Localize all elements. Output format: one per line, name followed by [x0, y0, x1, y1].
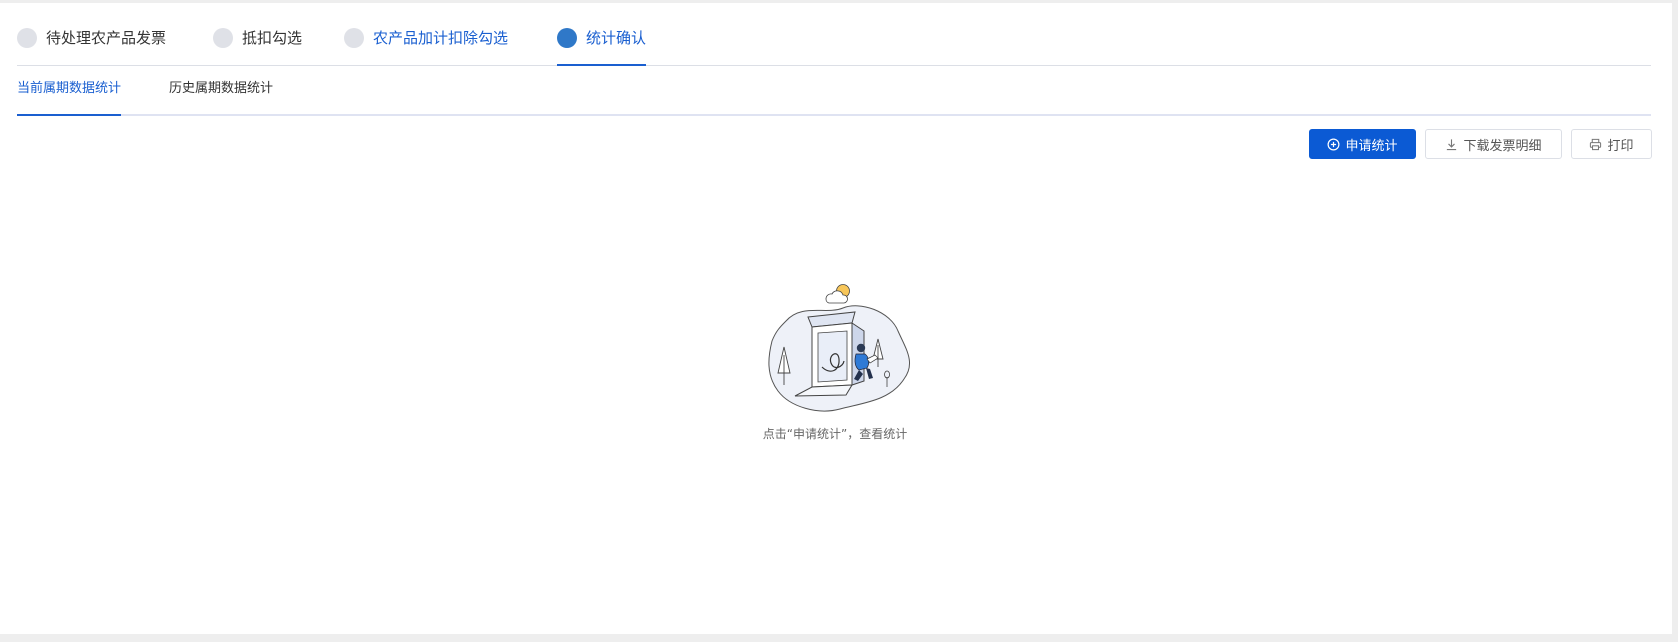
step-indicator	[17, 28, 37, 48]
empty-state-message: 点击“申请统计”，查看统计	[762, 427, 908, 441]
empty-state: 点击“申请统计”，查看统计	[740, 275, 930, 441]
step-label: 农产品加计扣除勾选	[373, 29, 509, 47]
step-indicator	[213, 28, 233, 48]
step-indicator	[344, 28, 364, 48]
period-tabs: 当前属期数据统计 历史属期数据统计	[17, 66, 1651, 116]
printer-icon	[1589, 138, 1602, 151]
tab-history-period[interactable]: 历史属期数据统计	[169, 80, 273, 114]
step-tabs: 待处理农产品发票 抵扣勾选 农产品加计扣除勾选 统计确认	[17, 3, 1651, 66]
download-details-label: 下载发票明细	[1463, 138, 1542, 154]
apply-statistics-label: 申请统计	[1345, 138, 1398, 154]
print-button[interactable]: 打印	[1571, 129, 1652, 159]
step-tab-agri-deduction-check[interactable]: 农产品加计扣除勾选	[344, 27, 508, 65]
step-indicator	[557, 28, 577, 48]
step-tab-statistics-confirm[interactable]: 统计确认	[557, 27, 647, 66]
apply-statistics-button[interactable]: 申请统计	[1309, 129, 1416, 159]
step-label: 抵扣勾选	[242, 29, 303, 47]
download-icon	[1445, 138, 1458, 151]
print-label: 打印	[1607, 138, 1634, 154]
tab-current-period[interactable]: 当前属期数据统计	[17, 80, 122, 116]
step-tab-pending-invoices[interactable]: 待处理农产品发票	[17, 27, 166, 65]
step-label: 统计确认	[586, 29, 647, 47]
statistics-panel: 待处理农产品发票 抵扣勾选 农产品加计扣除勾选 统计确认 当前属期数据统计 历史…	[0, 3, 1672, 634]
step-label: 待处理农产品发票	[46, 29, 167, 47]
empty-state-illustration	[768, 284, 910, 412]
plus-circle-icon	[1327, 138, 1340, 151]
step-tab-deduction-check[interactable]: 抵扣勾选	[213, 27, 302, 65]
download-details-button[interactable]: 下载发票明细	[1425, 129, 1562, 159]
